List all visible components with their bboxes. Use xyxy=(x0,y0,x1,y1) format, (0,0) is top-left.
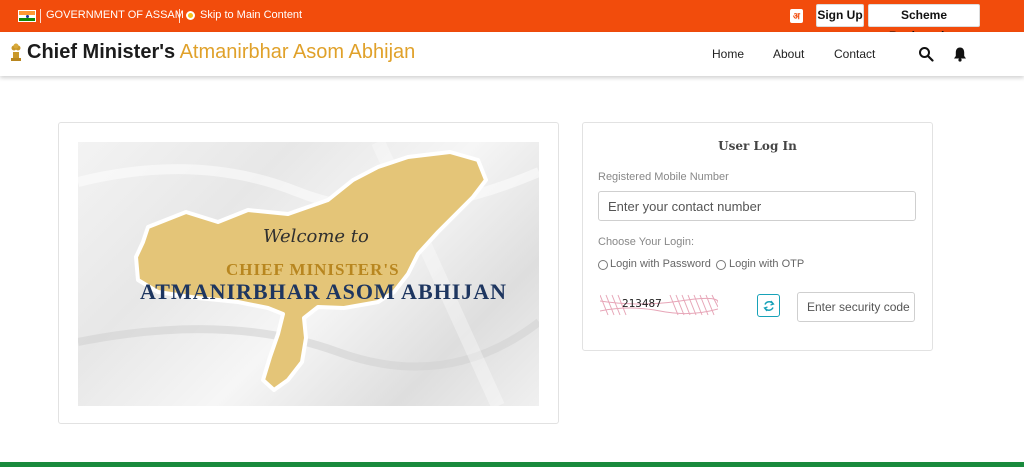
banner-line-1: CHIEF MINISTER'S xyxy=(226,260,400,279)
refresh-captcha-button[interactable] xyxy=(757,294,780,317)
flag-icon xyxy=(18,10,36,22)
translate-icon[interactable]: अ xyxy=(790,9,803,23)
government-label: GOVERNMENT OF ASSAM xyxy=(46,9,184,21)
captcha-text: 213487 xyxy=(622,297,662,310)
nav-home[interactable]: Home xyxy=(712,47,744,61)
captcha-image: 213487 xyxy=(600,294,718,316)
login-with-otp-label[interactable]: Login with OTP xyxy=(729,258,804,270)
login-with-otp-radio[interactable] xyxy=(716,260,726,270)
sign-up-button[interactable]: Sign Up xyxy=(816,4,864,27)
footer-strip xyxy=(0,462,1024,467)
banner-welcome-text: Welcome to xyxy=(263,226,369,247)
welcome-banner: Welcome to CHIEF MINISTER'S ATMANIRBHAR … xyxy=(78,142,539,406)
refresh-icon xyxy=(763,300,775,312)
nav-about[interactable]: About xyxy=(773,47,804,61)
emblem-icon xyxy=(11,43,21,61)
search-icon[interactable] xyxy=(918,46,934,62)
divider xyxy=(179,9,180,23)
brand-title-part2: Atmanirbhar Asom Abhijan xyxy=(179,41,416,63)
bell-icon[interactable] xyxy=(952,46,968,62)
brand-title-part1: Chief Minister's xyxy=(27,41,176,63)
mobile-number-label: Registered Mobile Number xyxy=(598,171,729,183)
nav-contact[interactable]: Contact xyxy=(834,47,875,61)
skip-to-main-content-link[interactable]: Skip to Main Content xyxy=(200,9,302,21)
government-top-bar: GOVERNMENT OF ASSAM Skip to Main Content… xyxy=(0,0,1024,43)
mobile-number-input[interactable] xyxy=(598,191,916,221)
site-header: Chief Minister's Atmanirbhar Asom Abhija… xyxy=(0,32,1024,76)
security-code-input[interactable] xyxy=(797,292,915,322)
skip-icon xyxy=(186,11,195,20)
scheme-registration-button[interactable]: Scheme Registration xyxy=(868,4,980,43)
login-with-password-radio[interactable] xyxy=(598,260,608,270)
divider xyxy=(40,9,41,23)
choose-login-label: Choose Your Login: xyxy=(598,236,695,248)
login-card: User Log In Registered Mobile Number Cho… xyxy=(582,122,933,351)
site-brand[interactable]: Chief Minister's Atmanirbhar Asom Abhija… xyxy=(27,41,415,64)
login-title: User Log In xyxy=(718,139,797,153)
banner-line-2: ATMANIRBHAR ASOM ABHIJAN xyxy=(140,279,508,304)
login-with-password-label[interactable]: Login with Password xyxy=(610,258,711,270)
